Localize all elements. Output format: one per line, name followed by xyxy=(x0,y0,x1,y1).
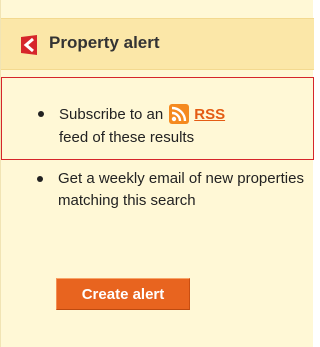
rss-prefix-text: Subscribe to an xyxy=(59,105,164,123)
rss-icon[interactable] xyxy=(169,104,190,124)
rss-link[interactable]: RSS xyxy=(194,106,225,123)
rss-line: Subscribe to an RSS xyxy=(59,103,225,125)
panel-title: Property alert xyxy=(49,33,160,52)
rss-suffix-text: feed of these results xyxy=(59,129,195,146)
email-alert-text: Get a weekly email of new properties mat… xyxy=(58,170,304,209)
rss-subscribe-item: Subscribe to an RSS feed of these result… xyxy=(1,77,314,160)
create-alert-button[interactable]: Create alert xyxy=(56,278,190,310)
list-bullet xyxy=(37,176,43,182)
property-alert-panel: Property alert Subscribe to an RSS feed … xyxy=(0,0,314,347)
list-bullet xyxy=(38,111,44,117)
brand-logo-icon xyxy=(21,35,37,55)
panel-header: Property alert xyxy=(1,18,314,70)
